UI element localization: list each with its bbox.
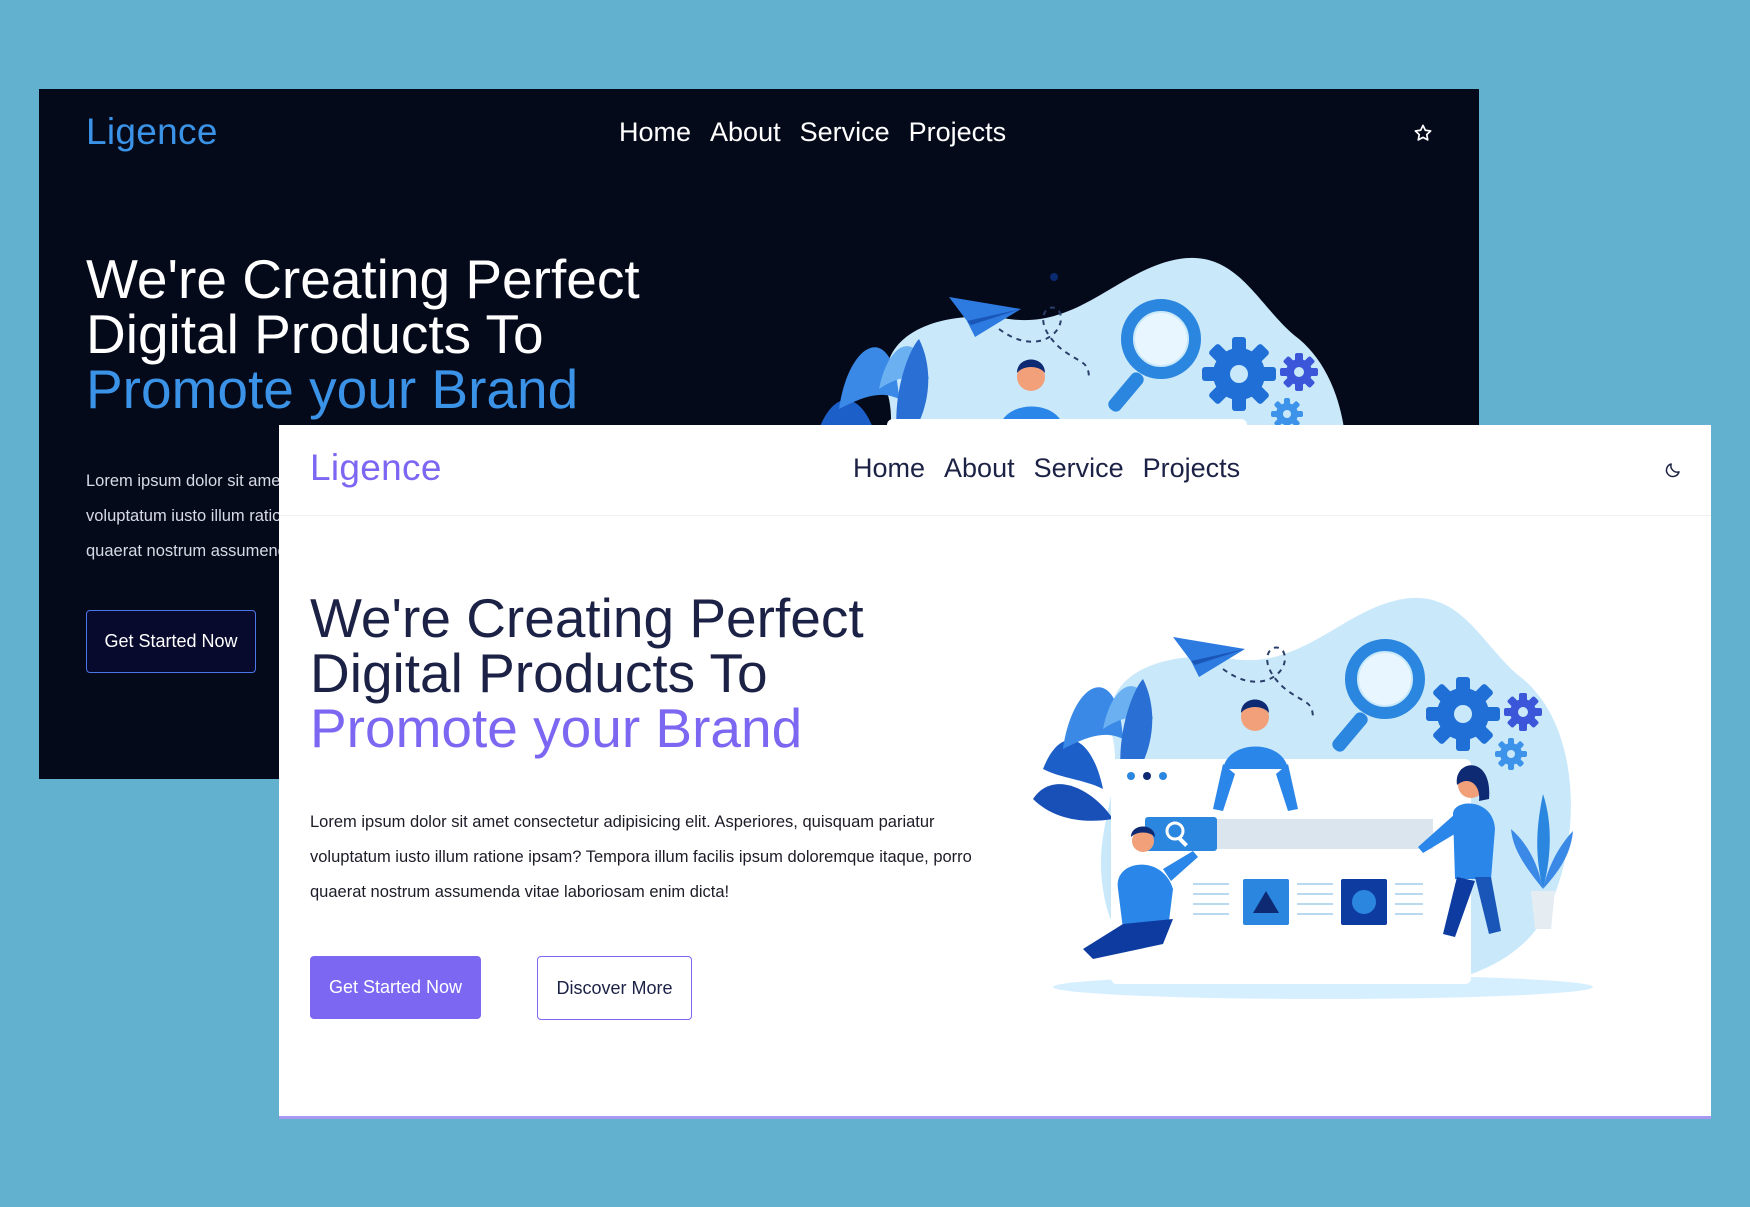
nav-link-service[interactable]: Service — [1034, 453, 1124, 484]
get-started-button[interactable]: Get Started Now — [86, 610, 256, 673]
logo[interactable]: Ligence — [86, 111, 218, 153]
hero-title-line-2: Digital Products To — [310, 642, 768, 704]
nav-link-service[interactable]: Service — [800, 117, 890, 148]
hero-title: We're Creating Perfect Digital Products … — [310, 591, 864, 756]
theme-toggle-button[interactable] — [1659, 456, 1687, 484]
hero-title-line-1: We're Creating Perfect — [86, 248, 640, 310]
navbar: Ligence Home About Service Projects — [39, 89, 1479, 179]
logo[interactable]: Ligence — [310, 447, 442, 489]
hero-title-line-1: We're Creating Perfect — [310, 587, 864, 649]
nav-link-home[interactable]: Home — [619, 117, 691, 148]
hero-title: We're Creating Perfect Digital Products … — [86, 252, 640, 417]
hero-illustration — [1033, 597, 1593, 999]
hero-title-line-2: Digital Products To — [86, 303, 544, 365]
moon-icon — [1665, 463, 1680, 478]
discover-more-button[interactable]: Discover More — [537, 956, 692, 1020]
get-started-button[interactable]: Get Started Now — [310, 956, 481, 1019]
nav-link-projects[interactable]: Projects — [909, 117, 1007, 148]
theme-toggle-button[interactable] — [1409, 119, 1437, 147]
nav-link-about[interactable]: About — [944, 453, 1015, 484]
navbar: Ligence Home About Service Projects — [279, 425, 1711, 516]
hero-description: Lorem ipsum dolor sit amet consectetur a… — [310, 813, 972, 901]
nav-link-home[interactable]: Home — [853, 453, 925, 484]
light-theme-preview: Ligence Home About Service Projects We'r… — [279, 425, 1711, 1119]
nav-links: Home About Service Projects — [619, 117, 1006, 148]
nav-link-about[interactable]: About — [710, 117, 781, 148]
hero-title-highlight: Promote your Brand — [310, 697, 803, 759]
star-icon — [1414, 124, 1432, 141]
hero-title-highlight: Promote your Brand — [86, 358, 579, 420]
nav-link-projects[interactable]: Projects — [1143, 453, 1241, 484]
nav-links: Home About Service Projects — [853, 453, 1240, 484]
